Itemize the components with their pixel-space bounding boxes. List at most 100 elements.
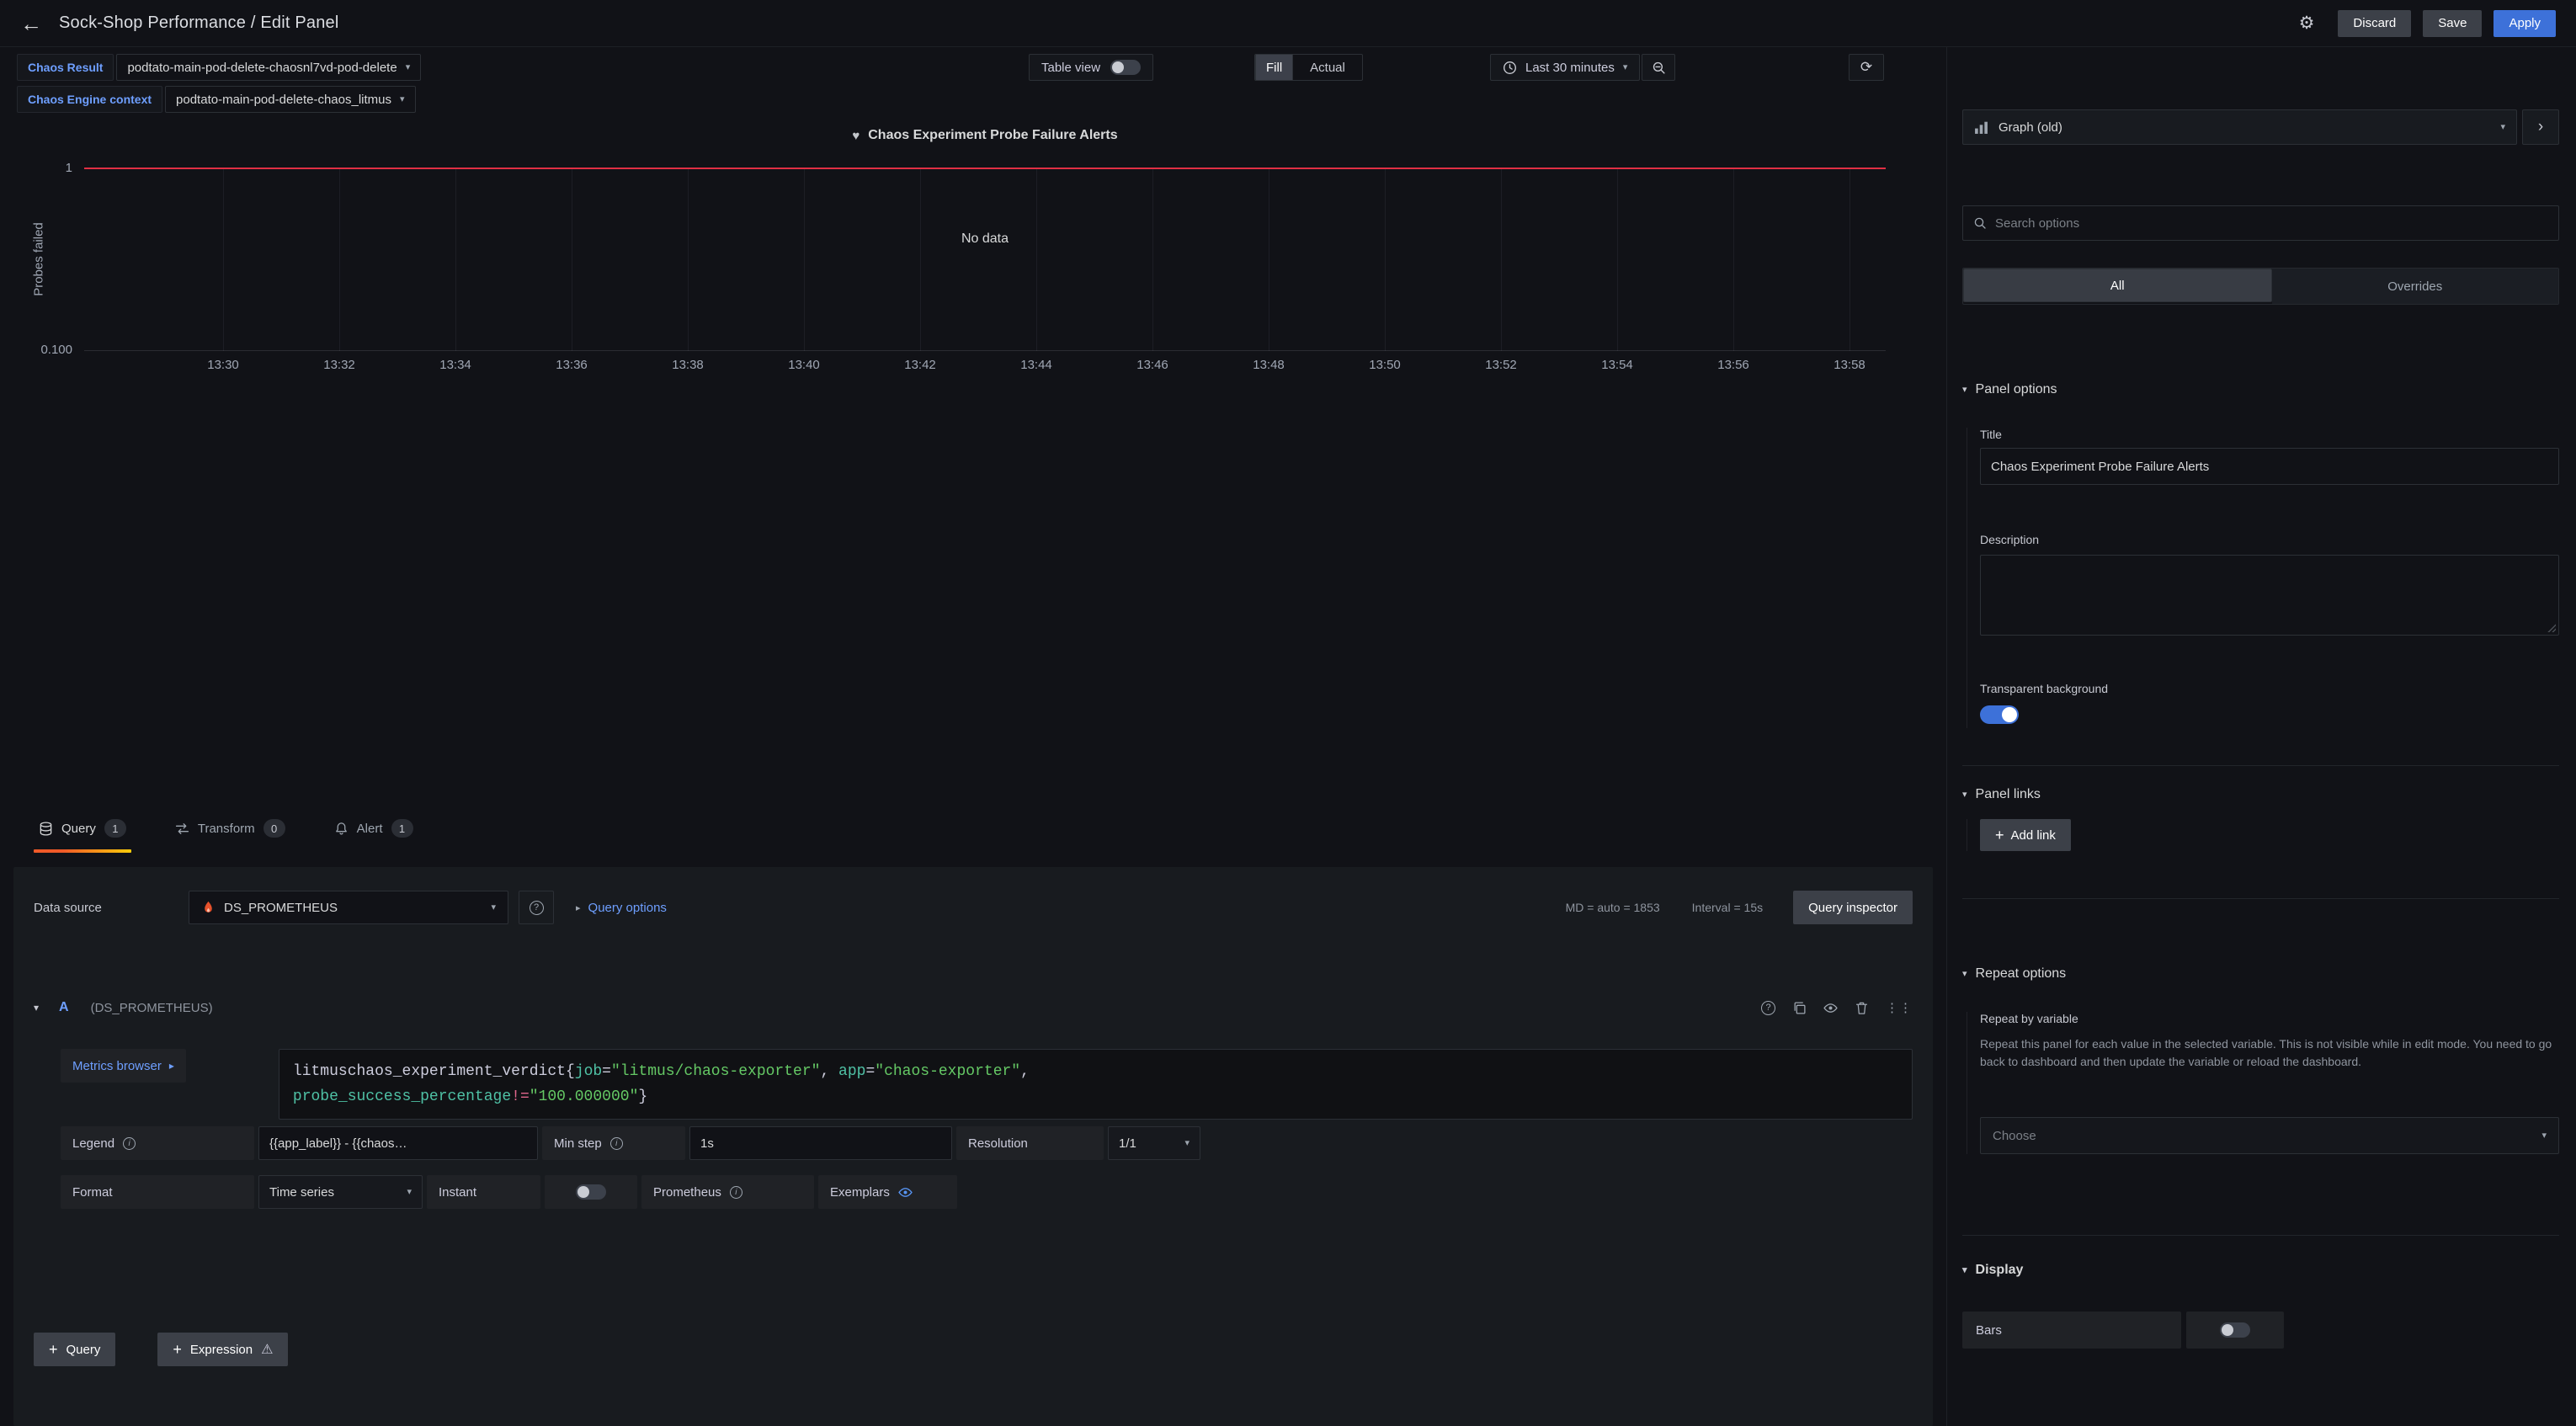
format-label-text: Format [72, 1185, 113, 1200]
tab-alert[interactable]: Alert 1 [329, 804, 418, 853]
max-datapoints-info: MD = auto = 1853 [1566, 901, 1660, 914]
repeat-options-header[interactable]: ▾ Repeat options [1962, 966, 2559, 982]
collapse-options-button[interactable]: › [2522, 109, 2559, 145]
page-title: Sock-Shop Performance / Edit Panel [59, 13, 339, 33]
instant-toggle[interactable] [576, 1184, 606, 1200]
save-button[interactable]: Save [2423, 10, 2482, 37]
variable-dropdown[interactable]: podtato-main-pod-delete-chaosnl7vd-pod-d… [116, 54, 421, 81]
duplicate-icon[interactable] [1792, 1001, 1807, 1015]
format-select[interactable]: Time series ▾ [258, 1175, 423, 1209]
panel-links-header[interactable]: ▾ Panel links [1962, 787, 2559, 802]
legend-input[interactable] [258, 1126, 538, 1160]
x-tick: 13:52 [1485, 358, 1517, 372]
legend-label: Legend i [61, 1126, 254, 1160]
variable-dropdown[interactable]: podtato-main-pod-delete-chaos_litmus ▾ [165, 86, 416, 113]
panel-description-textarea[interactable] [1980, 555, 2559, 636]
format-label: Format [61, 1175, 254, 1209]
viz-name: Graph (old) [1999, 120, 2062, 135]
time-range-picker[interactable]: Last 30 minutes ▾ [1490, 54, 1640, 81]
trash-icon[interactable] [1855, 1001, 1869, 1015]
eye-icon[interactable] [1823, 1001, 1838, 1015]
tab-query[interactable]: Query 1 [34, 804, 131, 853]
min-step-input[interactable] [689, 1126, 952, 1160]
info-icon[interactable]: i [610, 1137, 623, 1150]
info-icon[interactable]: i [123, 1137, 136, 1150]
panel-title-input[interactable] [1980, 448, 2559, 485]
variable-value: podtato-main-pod-delete-chaos_litmus [176, 93, 391, 107]
add-query-label: Query [67, 1343, 101, 1357]
apply-button[interactable]: Apply [2494, 10, 2556, 37]
plot-area[interactable]: No data 13:3013:3213:3413:3613:3813:4013… [84, 168, 1886, 351]
add-link-button[interactable]: + Add link [1980, 819, 2071, 851]
angle-right-icon: › [2538, 118, 2543, 136]
add-expression-label: Expression [190, 1343, 253, 1357]
divider [1962, 898, 2559, 899]
min-step-label: Min step i [542, 1126, 685, 1160]
exemplars-eye-icon[interactable] [898, 1185, 913, 1200]
gridline [1036, 168, 1037, 351]
query-code-editor[interactable]: litmuschaos_experiment_verdict{job="litm… [279, 1049, 1913, 1120]
transparent-background-toggle[interactable] [1980, 705, 2019, 724]
variable-row-chaos-result: Chaos Result podtato-main-pod-delete-cha… [17, 54, 421, 81]
min-step-label-text: Min step [554, 1136, 602, 1151]
expr-line2: probe_success_percentage!="100.000000"} [293, 1084, 1898, 1109]
no-data-text: No data [84, 231, 1886, 247]
add-expression-button[interactable]: + Expression ⚠ [157, 1333, 288, 1366]
plus-icon: + [1995, 827, 2004, 843]
gear-icon[interactable]: ⚙ [2299, 13, 2315, 34]
help-icon[interactable]: ? [1761, 1001, 1775, 1015]
x-tick: 13:54 [1601, 358, 1633, 372]
info-icon[interactable]: i [730, 1186, 742, 1199]
options-sidebar: Graph (old) ▾ › All Overrides ▾ Panel op… [1946, 47, 2576, 1426]
table-view-toggle[interactable] [1110, 60, 1141, 75]
collapse-chevron-icon[interactable]: ▾ [34, 1003, 39, 1013]
display-header[interactable]: ▾ Display [1962, 1263, 2559, 1278]
x-tick: 13:50 [1369, 358, 1401, 372]
query-row-actions: ? ⋮⋮ [1761, 1000, 1913, 1015]
format-value: Time series [269, 1185, 334, 1200]
y-axis-label: Probes failed [32, 222, 46, 296]
metrics-browser-button[interactable]: Metrics browser ▸ [61, 1049, 186, 1083]
back-arrow-icon[interactable]: ← [20, 13, 42, 35]
x-tick: 13:48 [1253, 358, 1285, 372]
refresh-button[interactable]: ⟳ [1849, 54, 1884, 81]
variable-row-chaos-engine: Chaos Engine context podtato-main-pod-de… [17, 86, 416, 113]
x-tick: 13:40 [788, 358, 820, 372]
datasource-dropdown[interactable]: DS_PROMETHEUS ▾ [189, 891, 508, 924]
search-options-input[interactable] [1995, 216, 2548, 231]
actual-button[interactable]: Actual [1293, 55, 1362, 80]
editor-tabs: Query 1 Transform 0 Alert 1 [34, 804, 418, 853]
zoom-out-button[interactable] [1642, 54, 1675, 81]
gridline [1501, 168, 1502, 351]
tab-overrides[interactable]: Overrides [2272, 269, 2559, 304]
drag-handle-icon[interactable]: ⋮⋮ [1886, 1000, 1913, 1015]
bars-toggle[interactable] [2220, 1322, 2250, 1338]
viz-picker[interactable]: Graph (old) ▾ [1962, 109, 2517, 145]
resize-handle[interactable] [2547, 623, 2556, 632]
tab-transform[interactable]: Transform 0 [170, 804, 290, 853]
table-view-control: Table view [1029, 54, 1153, 81]
gridline [1152, 168, 1153, 351]
instant-label: Instant [427, 1175, 540, 1209]
add-query-button[interactable]: + Query [34, 1333, 115, 1366]
bars-label: Bars [1962, 1312, 2181, 1349]
divider [1962, 765, 2559, 766]
query-inspector-button[interactable]: Query inspector [1793, 891, 1913, 924]
prometheus-label-text: Prometheus [653, 1185, 721, 1200]
discard-button[interactable]: Discard [2338, 10, 2411, 37]
metrics-browser-label: Metrics browser [72, 1059, 162, 1073]
chevron-down-icon: ▾ [400, 95, 405, 104]
tab-all[interactable]: All [1963, 269, 2272, 302]
panel-options-header[interactable]: ▾ Panel options [1962, 382, 2559, 397]
datasource-label: Data source [34, 901, 178, 915]
resolution-select[interactable]: 1/1 ▾ [1108, 1126, 1200, 1160]
x-tick: 13:56 [1717, 358, 1749, 372]
repeat-choose-select[interactable]: Choose ▾ [1980, 1117, 2559, 1154]
repeat-description: Repeat this panel for each value in the … [1980, 1035, 2559, 1071]
datasource-help-button[interactable]: ? [519, 891, 554, 924]
query-toolbar: Data source DS_PROMETHEUS ▾ ? ▸ Query op… [34, 891, 1913, 924]
heart-icon: ♥ [852, 129, 860, 143]
resolution-value: 1/1 [1119, 1136, 1136, 1151]
fill-button[interactable]: Fill [1255, 54, 1293, 81]
query-options-toggle[interactable]: ▸ Query options [576, 901, 667, 915]
